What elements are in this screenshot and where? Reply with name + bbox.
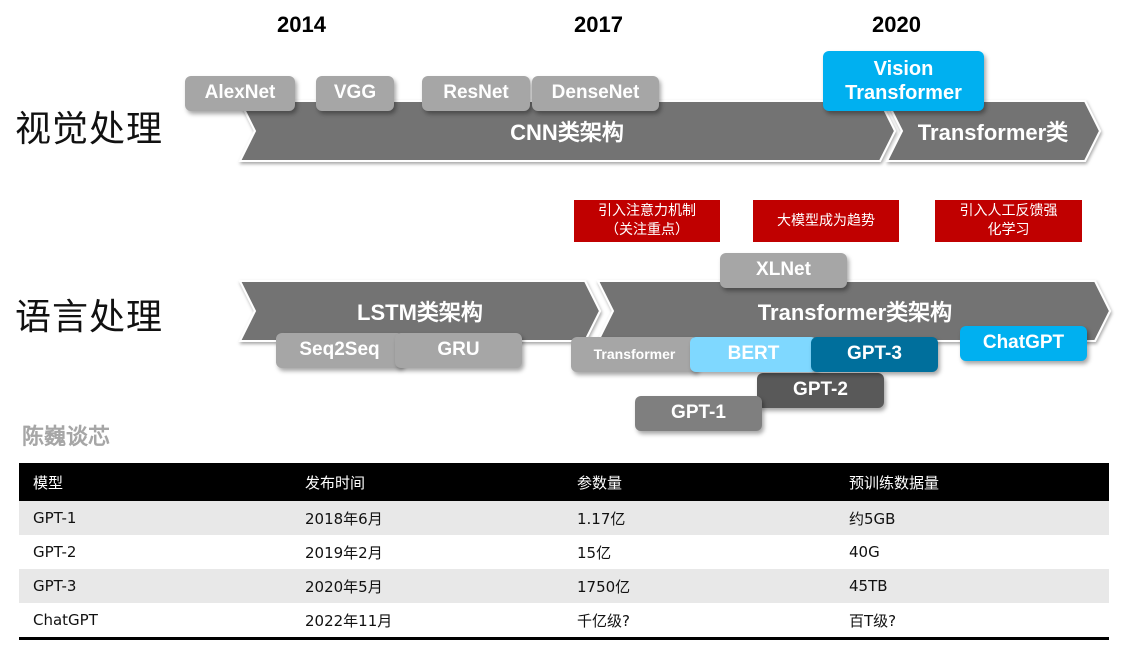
table-row: ChatGPT 2022年11月 千亿级? 百T级? (19, 603, 1109, 639)
tag-vgg: VGG (316, 76, 394, 111)
vision-transformer-arrow-label: Transformer类 (918, 120, 1069, 145)
tag-gpt-3: GPT-3 (811, 337, 938, 372)
table-header-params: 参数量 (563, 463, 835, 501)
note-large-models: 大模型成为趋势 (753, 200, 899, 242)
table-cell: 15亿 (577, 543, 612, 562)
table-cell: GPT-3 (19, 569, 291, 603)
language-transformer-arrow-label: Transformer类架构 (758, 300, 952, 325)
tag-densenet: DenseNet (532, 76, 659, 111)
cnn-arrow-label: CNN类架构 (510, 120, 624, 145)
note-attention: 引入注意力机制 （关注重点） (574, 200, 720, 242)
table-header-model: 模型 (19, 463, 291, 501)
tag-vision-transformer-line2: Transformer (845, 82, 962, 104)
watermark: 陈巍谈芯 (22, 425, 111, 450)
table-cell: 千亿级? (577, 611, 630, 630)
table-row: GPT-2 2019年2月 15亿 40G (19, 535, 1109, 569)
tag-vision-transformer-line1: Vision (873, 58, 934, 80)
tag-vision-transformer: Vision Transformer (823, 51, 984, 111)
tag-gpt-1: GPT-1 (635, 396, 762, 431)
models-table: 模型 发布时间 参数量 预训练数据量 GPT-1 2018年6月 1.17亿 约… (19, 463, 1109, 640)
table-cell: GPT-1 (19, 501, 291, 535)
tag-bert: BERT (690, 337, 817, 372)
table-cell: 45TB (835, 569, 1109, 603)
table-cell: 1.17亿 (563, 501, 835, 535)
table-header-data: 预训练数据量 (835, 463, 1109, 501)
tag-gru: GRU (395, 333, 522, 368)
table-header-release: 发布时间 (291, 463, 563, 501)
tag-resnet: ResNet (422, 76, 530, 111)
table-row: GPT-1 2018年6月 1.17亿 约5GB (19, 501, 1109, 535)
table-cell: 2019年2月 (305, 543, 383, 562)
note-rlhf-line2: 化学习 (987, 222, 1030, 238)
note-rlhf-line1: 引入人工反馈强 (959, 203, 1058, 220)
table-cell: 百T级? (849, 611, 897, 630)
table-cell: 2022年11月 (305, 611, 393, 630)
table-cell: ChatGPT (33, 611, 98, 629)
table-header-row: 模型 发布时间 参数量 预训练数据量 (19, 463, 1109, 501)
note-rlhf: 引入人工反馈强 化学习 (935, 200, 1082, 242)
tag-chatgpt: ChatGPT (960, 326, 1087, 361)
note-attention-line2: （关注重点） (605, 222, 689, 238)
tag-gpt-2: GPT-2 (757, 373, 884, 408)
table-cell: 2020年5月 (291, 569, 563, 603)
table-cell: 约5GB (835, 501, 1109, 535)
tag-seq2seq: Seq2Seq (276, 333, 403, 368)
tag-transformer: Transformer (571, 337, 698, 372)
note-attention-line1: 引入注意力机制 (598, 203, 696, 220)
table-cell: 2018年6月 (291, 501, 563, 535)
lstm-arrow-label: LSTM类架构 (357, 300, 483, 325)
tag-alexnet: AlexNet (185, 76, 295, 111)
table-row: GPT-3 2020年5月 1750亿 45TB (19, 569, 1109, 603)
tag-xlnet: XLNet (720, 253, 847, 288)
table-cell: 40G (849, 543, 880, 561)
note-large-models-line1: 大模型成为趋势 (777, 212, 875, 229)
table-cell: 1750亿 (563, 569, 835, 603)
table-cell: GPT-2 (33, 543, 77, 561)
